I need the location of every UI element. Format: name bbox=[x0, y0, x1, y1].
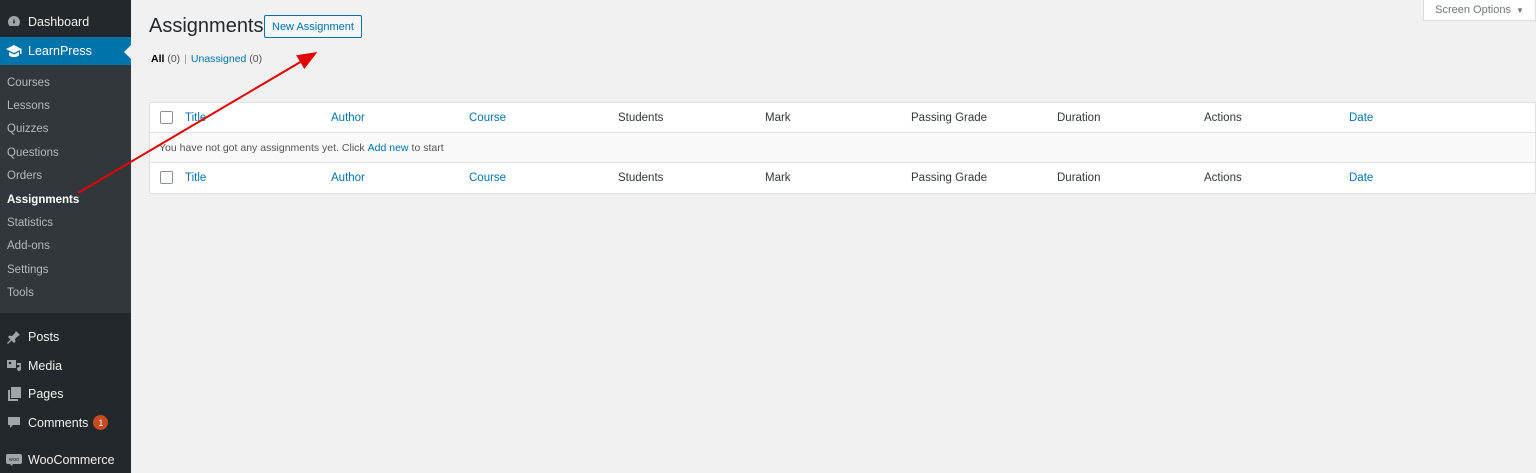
column-duration: Duration bbox=[1057, 112, 1101, 124]
pushpin-icon bbox=[6, 329, 22, 345]
footer-column-actions: Actions bbox=[1204, 172, 1242, 184]
screen-options-button[interactable]: Screen Options ▼ bbox=[1423, 0, 1536, 21]
svg-text:woo: woo bbox=[9, 457, 19, 463]
menu-woocommerce-label: WooCommerce bbox=[28, 453, 115, 468]
empty-message-suffix: to start bbox=[411, 141, 444, 154]
menu-dashboard-label: Dashboard bbox=[28, 15, 90, 29]
caret-down-icon: ▼ bbox=[1515, 5, 1524, 15]
comments-count-badge: 1 bbox=[93, 415, 109, 431]
table-footer-row: Title Author Course Students Mark Passin… bbox=[150, 163, 1535, 193]
column-title[interactable]: Title bbox=[185, 112, 206, 124]
menu-media[interactable]: Media bbox=[0, 351, 131, 380]
menu-media-label: Media bbox=[28, 358, 63, 373]
empty-message-text: You have not got any assignments yet. Cl… bbox=[159, 141, 365, 154]
menu-comments[interactable]: Comments 1 bbox=[0, 408, 131, 437]
column-passing-grade: Passing Grade bbox=[911, 112, 988, 124]
empty-message-row: You have not got any assignments yet. Cl… bbox=[150, 133, 1535, 163]
submenu-settings[interactable]: Settings bbox=[0, 258, 131, 281]
submenu-add-ons[interactable]: Add-ons bbox=[0, 235, 131, 258]
footer-column-students: Students bbox=[618, 172, 664, 184]
column-author[interactable]: Author bbox=[331, 112, 365, 124]
admin-sidebar: Dashboard LearnPress Courses Lessons Qui… bbox=[0, 0, 131, 473]
submenu-courses[interactable]: Courses bbox=[0, 71, 131, 94]
dashboard-icon bbox=[6, 14, 22, 30]
filter-unassigned[interactable]: Unassigned (0) bbox=[191, 53, 262, 65]
footer-column-passing-grade: Passing Grade bbox=[911, 172, 988, 184]
filter-all-count: (0) bbox=[167, 53, 181, 65]
submenu-tools[interactable]: Tools bbox=[0, 282, 131, 305]
submenu-lessons[interactable]: Lessons bbox=[0, 94, 131, 117]
filter-unassigned-label: Unassigned bbox=[190, 53, 247, 65]
submenu-quizzes[interactable]: Quizzes bbox=[0, 118, 131, 141]
learnpress-submenu: Courses Lessons Quizzes Questions Orders… bbox=[0, 65, 131, 313]
select-all-checkbox[interactable] bbox=[160, 111, 173, 124]
assignments-table: Title Author Course Students Mark Passin… bbox=[149, 102, 1536, 194]
comment-bubble-icon bbox=[6, 415, 22, 431]
submenu-questions[interactable]: Questions bbox=[0, 141, 131, 164]
menu-learnpress-label: LearnPress bbox=[28, 44, 92, 58]
filter-separator: | bbox=[184, 53, 187, 65]
submenu-assignments[interactable]: Assignments bbox=[0, 188, 131, 211]
footer-column-date[interactable]: Date bbox=[1349, 172, 1373, 184]
filter-unassigned-count: (0) bbox=[249, 53, 263, 65]
menu-pages-label: Pages bbox=[28, 387, 64, 402]
submenu-orders[interactable]: Orders bbox=[0, 165, 131, 188]
add-new-link[interactable]: Add new bbox=[368, 142, 409, 154]
footer-column-course[interactable]: Course bbox=[469, 172, 506, 184]
menu-dashboard[interactable]: Dashboard bbox=[0, 8, 131, 36]
media-icon bbox=[6, 358, 22, 374]
column-actions: Actions bbox=[1204, 112, 1242, 124]
main-content: Screen Options ▼ Assignments New Assignm… bbox=[131, 0, 1536, 473]
new-assignment-button[interactable]: New Assignment bbox=[264, 15, 362, 38]
filter-all-label: All bbox=[151, 53, 165, 65]
select-all-checkbox-footer[interactable] bbox=[160, 171, 173, 184]
footer-column-title[interactable]: Title bbox=[185, 172, 206, 184]
menu-learnpress[interactable]: LearnPress bbox=[0, 37, 131, 65]
status-filters: All (0) | Unassigned (0) bbox=[151, 53, 262, 65]
submenu-statistics[interactable]: Statistics bbox=[0, 211, 131, 234]
table-header-row: Title Author Course Students Mark Passin… bbox=[150, 103, 1535, 133]
footer-column-mark: Mark bbox=[765, 172, 791, 184]
menu-posts-label: Posts bbox=[28, 330, 60, 345]
woocommerce-icon: woo bbox=[6, 452, 22, 468]
filter-all[interactable]: All (0) bbox=[151, 53, 180, 65]
footer-column-duration: Duration bbox=[1057, 172, 1101, 184]
menu-comments-label: Comments bbox=[28, 415, 89, 430]
graduation-cap-icon bbox=[6, 43, 22, 59]
column-mark: Mark bbox=[765, 112, 791, 124]
pages-icon bbox=[6, 386, 22, 402]
menu-pages[interactable]: Pages bbox=[0, 380, 131, 409]
page-title: Assignments bbox=[149, 15, 264, 37]
menu-posts[interactable]: Posts bbox=[0, 323, 131, 352]
footer-column-author[interactable]: Author bbox=[331, 172, 365, 184]
column-course[interactable]: Course bbox=[469, 112, 506, 124]
column-students: Students bbox=[618, 112, 664, 124]
column-date[interactable]: Date bbox=[1349, 112, 1373, 124]
menu-woocommerce[interactable]: woo WooCommerce bbox=[0, 446, 131, 473]
screen-options-label: Screen Options bbox=[1435, 4, 1511, 16]
